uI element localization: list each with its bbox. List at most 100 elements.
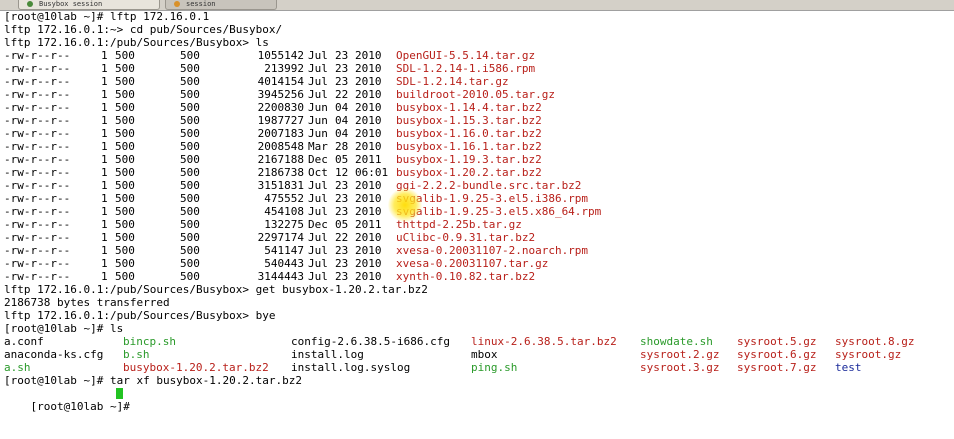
- file-group: 500: [180, 270, 200, 283]
- file-day: 05: [335, 218, 349, 231]
- file-perm: -rw-r--r--: [4, 205, 71, 218]
- ls-entry: sysroot.5.gz: [737, 335, 817, 348]
- file-day: 12: [335, 166, 349, 179]
- file-links: 1: [101, 231, 108, 244]
- file-owner: 500: [115, 62, 135, 75]
- file-perm: -rw-r--r--: [4, 49, 71, 62]
- terminal-line-cmd7: [root@10lab ~]# tar xf busybox-1.20.2.ta…: [4, 374, 303, 387]
- file-name: thttpd-2.25b.tar.gz: [396, 218, 522, 231]
- ls-entry: anaconda-ks.cfg: [4, 348, 104, 361]
- terminal-output[interactable]: [root@10lab ~]# lftp 172.16.0.1 lftp 172…: [4, 10, 950, 413]
- file-name: busybox-1.15.3.tar.bz2: [396, 114, 542, 127]
- file-name: busybox-1.20.2.tar.bz2: [396, 166, 542, 179]
- ls-entry: bincp.sh: [123, 335, 176, 348]
- file-group: 500: [180, 62, 200, 75]
- file-size: 454108: [264, 205, 304, 218]
- file-perm: -rw-r--r--: [4, 179, 71, 192]
- ls-entry: a.conf: [4, 335, 44, 348]
- file-perm: -rw-r--r--: [4, 88, 71, 101]
- file-owner: 500: [115, 114, 135, 127]
- file-size: 213992: [264, 62, 304, 75]
- ls-entry: showdate.sh: [640, 335, 713, 348]
- file-size: 3144443: [257, 270, 304, 283]
- file-listing-row: -rw-r--r-- 1 500 500 2007183 Jun 04 2010 busybox…: [4, 127, 904, 140]
- file-perm: -rw-r--r--: [4, 75, 71, 88]
- ls-entry: install.log: [291, 348, 364, 361]
- shell-prompt: [root@10lab ~]#: [30, 400, 137, 413]
- file-size: 1055142: [257, 49, 304, 62]
- file-day: 23: [335, 75, 349, 88]
- file-month: Jul: [308, 192, 328, 205]
- file-day: 04: [335, 114, 349, 127]
- ls-entry: sysroot.8.gz: [835, 335, 915, 348]
- file-group: 500: [180, 140, 200, 153]
- file-owner: 500: [115, 88, 135, 101]
- file-perm: -rw-r--r--: [4, 127, 71, 140]
- file-name: buildroot-2010.05.tar.gz: [396, 88, 555, 101]
- file-listing-row: -rw-r--r-- 1 500 500 2200830 Jun 04 2010 busybox…: [4, 101, 904, 114]
- file-name: busybox-1.16.0.tar.bz2: [396, 127, 542, 140]
- ls-entry: linux-2.6.38.5.tar.bz2: [471, 335, 617, 348]
- ls-entry: b.sh: [123, 348, 150, 361]
- terminal-prompt-line[interactable]: [root@10lab ~]#: [4, 387, 136, 413]
- ls-entry: sysroot.7.gz: [737, 361, 817, 374]
- ls-entry: ping.sh: [471, 361, 518, 374]
- file-owner: 500: [115, 270, 135, 283]
- file-perm: -rw-r--r--: [4, 166, 71, 179]
- session-tab-2[interactable]: session: [165, 0, 277, 10]
- file-name: svgalib-1.9.25-3.el5.x86_64.rpm: [396, 205, 602, 218]
- session-tab-busybox[interactable]: Busybox session: [18, 0, 160, 10]
- file-year: 2010: [355, 101, 382, 114]
- file-owner: 500: [115, 205, 135, 218]
- ls-entry: config-2.6.38.5-i686.cfg: [291, 335, 450, 348]
- terminal-line-cmd4: lftp 172.16.0.1:/pub/Sources/Busybox> ge…: [4, 283, 428, 296]
- file-links: 1: [101, 244, 108, 257]
- file-perm: -rw-r--r--: [4, 257, 71, 270]
- file-listing-row: -rw-r--r-- 1 500 500 2008548 Mar 28 2010 busybox…: [4, 140, 904, 153]
- file-month: Jul: [308, 179, 328, 192]
- ls-entry: sysroot.2.gz: [640, 348, 720, 361]
- file-month: Oct: [308, 166, 328, 179]
- file-month: Jul: [308, 257, 328, 270]
- file-listing-row: -rw-r--r-- 1 500 500 132275 Dec 05 2011 thttpd-2…: [4, 218, 904, 231]
- file-links: 1: [101, 270, 108, 283]
- terminal-line-cmd3: lftp 172.16.0.1:/pub/Sources/Busybox> ls: [4, 36, 269, 49]
- file-links: 1: [101, 257, 108, 270]
- file-day: 04: [335, 101, 349, 114]
- file-year: 2010: [355, 257, 382, 270]
- file-month: Mar: [308, 140, 328, 153]
- file-month: Jul: [308, 205, 328, 218]
- file-group: 500: [180, 127, 200, 140]
- file-group: 500: [180, 101, 200, 114]
- session-status-icon: [174, 1, 180, 7]
- file-day: 28: [335, 140, 349, 153]
- file-listing-row: -rw-r--r-- 1 500 500 3945256 Jul 22 2010 buildro…: [4, 88, 904, 101]
- file-listing-row: -rw-r--r-- 1 500 500 540443 Jul 23 2010 xvesa-0.…: [4, 257, 904, 270]
- file-name: busybox-1.14.4.tar.bz2: [396, 101, 542, 114]
- file-day: 04: [335, 127, 349, 140]
- file-size: 3945256: [257, 88, 304, 101]
- file-day: 23: [335, 205, 349, 218]
- file-year: 2010: [355, 75, 382, 88]
- file-perm: -rw-r--r--: [4, 62, 71, 75]
- file-month: Jul: [308, 231, 328, 244]
- session-status-icon: [27, 1, 33, 7]
- file-listing-row: -rw-r--r-- 1 500 500 2297174 Jul 22 2010 uClibc-…: [4, 231, 904, 244]
- file-links: 1: [101, 127, 108, 140]
- terminal-line-cmd6: [root@10lab ~]# ls: [4, 322, 124, 335]
- file-group: 500: [180, 257, 200, 270]
- file-year: 2010: [355, 88, 382, 101]
- file-links: 1: [101, 192, 108, 205]
- terminal-line-cmd2: lftp 172.16.0.1:~> cd pub/Sources/Busybo…: [4, 23, 283, 36]
- file-listing-row: -rw-r--r-- 1 500 500 3151831 Jul 23 2010 ggi-2.2…: [4, 179, 904, 192]
- file-listing-row: -rw-r--r-- 1 500 500 1055142 Jul 23 2010 OpenGUI…: [4, 49, 904, 62]
- file-month: Jul: [308, 62, 328, 75]
- ls-entry: test: [835, 361, 862, 374]
- file-group: 500: [180, 244, 200, 257]
- file-group: 500: [180, 179, 200, 192]
- file-links: 1: [101, 140, 108, 153]
- file-group: 500: [180, 49, 200, 62]
- file-listing-row: -rw-r--r-- 1 500 500 475552 Jul 23 2010 svgalib-…: [4, 192, 904, 205]
- file-size: 2008548: [257, 140, 304, 153]
- file-links: 1: [101, 62, 108, 75]
